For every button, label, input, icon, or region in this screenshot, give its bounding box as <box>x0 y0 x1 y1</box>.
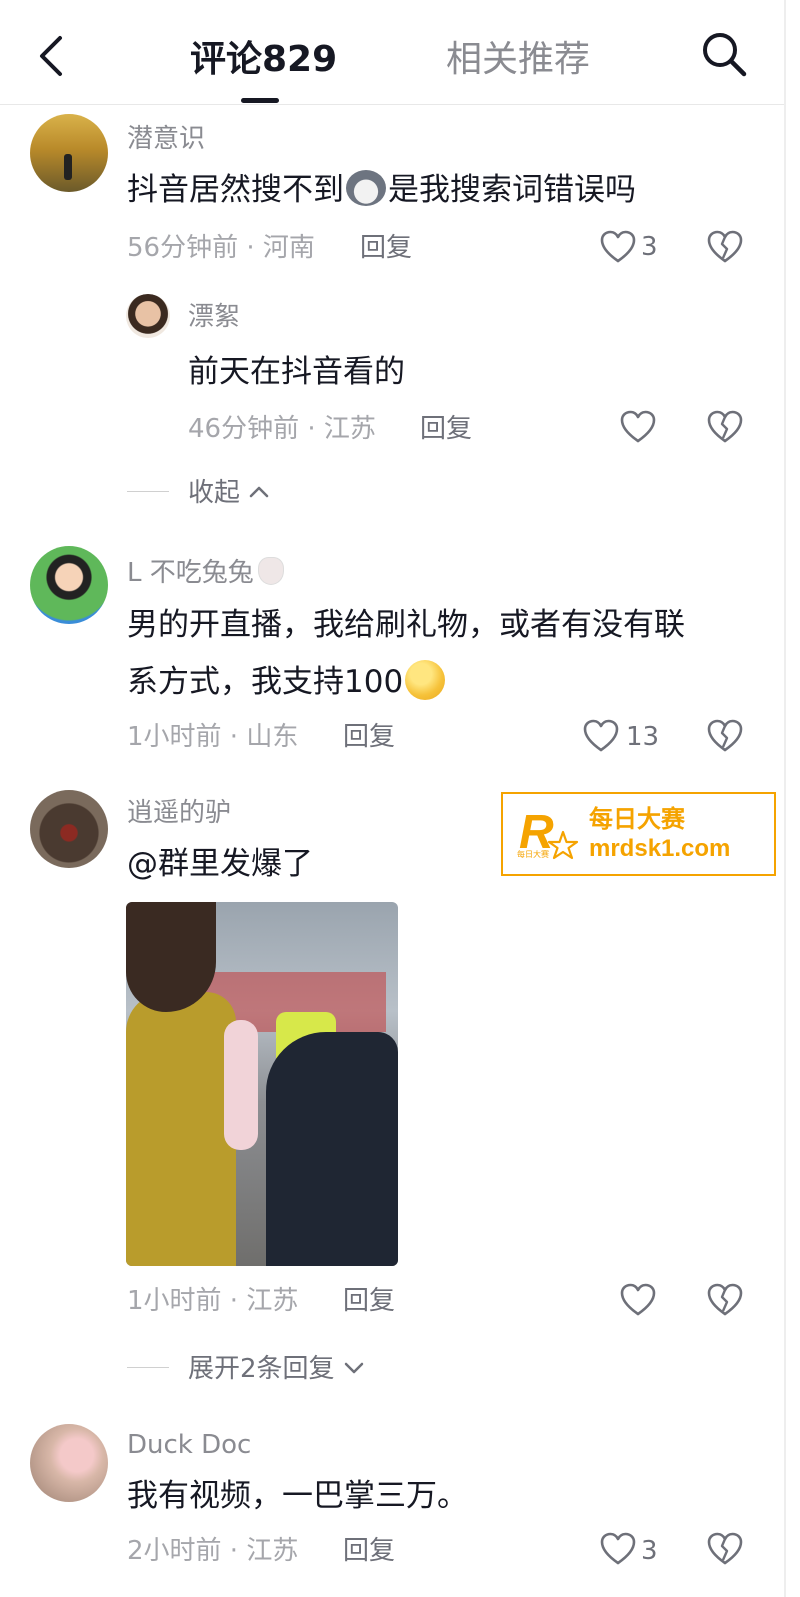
comment-text-line2: 系方式，我支持100 <box>127 654 446 710</box>
comment-username[interactable]: 逍遥的驴 <box>127 796 231 830</box>
dislike-broken-heart-icon[interactable] <box>707 410 743 444</box>
avatar[interactable] <box>126 294 170 338</box>
chevron-down-icon <box>343 1350 365 1384</box>
comment-username[interactable]: 潜意识 <box>127 122 205 156</box>
like-heart-icon[interactable] <box>620 410 656 444</box>
watermark-tiny-label: 每日大赛 <box>517 850 549 859</box>
comments-header: 评论829 相关推荐 <box>0 0 785 105</box>
comment-time-location: 1小时前 · 山东 <box>127 722 299 752</box>
avatar[interactable] <box>30 114 108 192</box>
like-heart-icon[interactable] <box>583 719 619 753</box>
active-tab-indicator <box>241 98 279 103</box>
reply-button[interactable]: 回复 <box>343 720 395 754</box>
comment-text: 我有视频，一巴掌三万。 <box>127 1478 468 1514</box>
dislike-broken-heart-icon[interactable] <box>707 1283 743 1317</box>
dislike-broken-heart-icon[interactable] <box>707 1532 743 1566</box>
comment-time-location: 56分钟前 · 河南 <box>127 233 315 263</box>
like-count: 3 <box>641 1536 658 1566</box>
reply-button[interactable]: 回复 <box>343 1284 395 1318</box>
dislike-broken-heart-icon[interactable] <box>707 230 743 264</box>
like-count: 3 <box>641 232 658 262</box>
like-count: 13 <box>626 722 660 752</box>
back-arrow-icon[interactable] <box>36 34 68 78</box>
comment-text: @群里发爆了 <box>127 846 313 882</box>
watermark-url: mrdsk1.com <box>589 835 731 862</box>
comment-item: L 不吃兔兔 男的开直播，我给刷礼物，或者有没有联 系方式，我支持100 1小时… <box>0 534 785 774</box>
avatar[interactable] <box>30 790 108 868</box>
reply-button[interactable]: 回复 <box>343 1534 395 1568</box>
comment-text-line1: 男的开直播，我给刷礼物，或者有没有联 <box>127 607 685 643</box>
comment-time-location: 1小时前 · 江苏 <box>127 1286 299 1316</box>
like-heart-icon[interactable] <box>600 1532 636 1566</box>
like-heart-icon[interactable] <box>620 1283 656 1317</box>
divider <box>127 491 169 492</box>
reply-button[interactable]: 回复 <box>420 412 472 446</box>
reply-text: 前天在抖音看的 <box>188 354 405 390</box>
like-heart-icon[interactable] <box>600 230 636 264</box>
rabbit-emoji-icon <box>257 557 284 585</box>
avatar[interactable] <box>30 546 108 624</box>
reply-item: 漂絮 前天在抖音看的 46分钟前 · 江苏 回复 <box>0 284 785 454</box>
reply-time-location: 46分钟前 · 江苏 <box>188 414 376 444</box>
comment-username[interactable]: Duck Doc <box>127 1428 251 1462</box>
scrollbar-track[interactable] <box>784 0 786 1597</box>
thinking-face-emoji-icon <box>405 660 446 700</box>
avatar[interactable] <box>30 1424 108 1502</box>
expand-replies-button[interactable]: 展开2条回复 <box>188 1350 365 1386</box>
watermark-logo: R 每日大赛 每日大赛 mrdsk1.com <box>501 792 776 876</box>
watermark-title: 每日大赛 <box>589 805 685 833</box>
comment-time-location: 2小时前 · 江苏 <box>127 1536 299 1566</box>
tab-related-recommendations[interactable]: 相关推荐 <box>446 36 590 84</box>
search-icon[interactable] <box>700 30 748 78</box>
divider <box>127 1367 169 1368</box>
tab-comments[interactable]: 评论829 <box>190 36 337 84</box>
dislike-broken-heart-icon[interactable] <box>707 719 743 753</box>
chevron-up-icon <box>248 474 270 508</box>
comment-item: 潜意识 抖音居然搜不到 是我搜索词错误吗 56分钟前 · 河南 回复 3 漂絮 前… <box>0 104 785 534</box>
video-thumbnail[interactable] <box>126 902 398 1266</box>
husky-emoji-icon <box>346 170 386 206</box>
comment-text: 抖音居然搜不到 是我搜索词错误吗 <box>127 170 636 208</box>
comment-username[interactable]: L 不吃兔兔 <box>127 556 284 590</box>
reply-button[interactable]: 回复 <box>360 231 412 265</box>
reply-username[interactable]: 漂絮 <box>188 300 240 334</box>
collapse-replies-button[interactable]: 收起 <box>188 474 270 510</box>
comment-item: Duck Doc 我有视频，一巴掌三万。 2小时前 · 江苏 回复 3 <box>0 1414 785 1597</box>
